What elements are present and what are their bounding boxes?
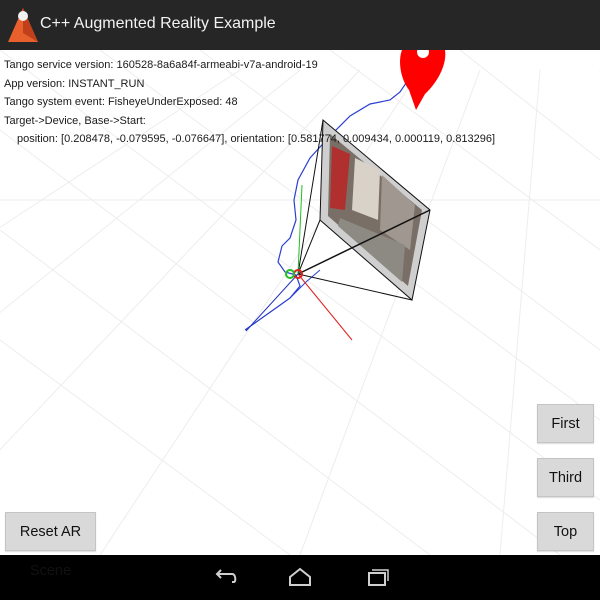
back-arrow-icon[interactable] — [212, 566, 238, 588]
home-icon[interactable] — [287, 566, 313, 588]
tango-info-panel: Tango service version: 160528-8a6a84f-ar… — [4, 56, 495, 149]
tango-logo-icon — [8, 8, 38, 42]
app-title-bar: C++ Augmented Reality Example — [0, 0, 600, 50]
first-person-view-button[interactable]: First — [537, 404, 594, 443]
system-event-text: Tango system event: FisheyeUnderExposed:… — [4, 96, 238, 108]
recent-apps-icon[interactable] — [364, 566, 390, 588]
reset-ar-scene-button[interactable]: Reset AR Scene — [5, 512, 96, 579]
app-version-text: App version: INSTANT_RUN — [4, 77, 145, 90]
app-title: C++ Augmented Reality Example — [40, 15, 276, 32]
service-version-text: Tango service version: 160528-8a6a84f-ar… — [4, 59, 318, 71]
system-navigation-bar — [0, 555, 600, 600]
third-person-view-button[interactable]: Third — [537, 458, 594, 497]
pose-text: position: [0.208478, -0.079595, -0.07664… — [17, 133, 496, 145]
target-frame-text: Target->Device, Base->Start: — [4, 114, 146, 127]
top-view-button[interactable]: Top — [537, 512, 594, 551]
